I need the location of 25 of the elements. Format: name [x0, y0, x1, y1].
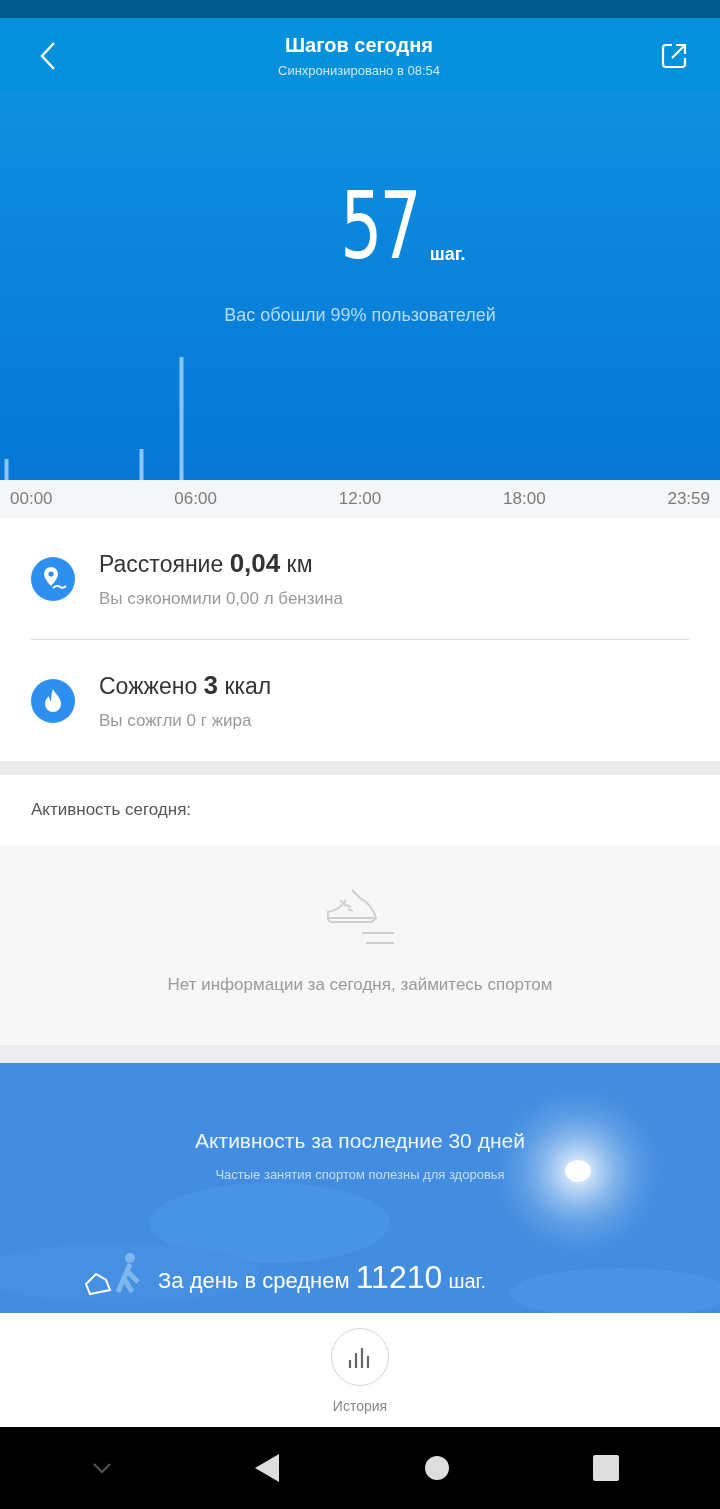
chevron-down-icon[interactable]	[91, 1462, 112, 1474]
time-label: 06:00	[174, 489, 217, 509]
location-pin-icon	[31, 556, 75, 601]
stat-note: Вы сэкономили 0,00 л бензина	[99, 589, 343, 609]
recents-icon[interactable]	[592, 1455, 619, 1481]
home-icon[interactable]	[423, 1455, 450, 1481]
stat-value: Расстояние 0,04 км	[99, 548, 314, 579]
screen-title: Шагов сегодня	[283, 33, 435, 57]
stat-value: Сожжено 3 ккал	[99, 670, 272, 701]
time-label: 18:00	[503, 489, 546, 509]
monthly-subtitle: Частые занятия спортом полезны для здоровья	[214, 1167, 506, 1182]
empty-message: Нет информации за сегодня, займитесь спортом	[167, 975, 553, 995]
time-label: 23:59	[667, 489, 710, 509]
ranking-text: Вас обошли 99% пользователей	[224, 305, 496, 326]
time-label: 12:00	[338, 489, 382, 509]
step-unit: шаг.	[429, 244, 466, 265]
back-icon[interactable]	[254, 1454, 281, 1482]
average-steps: За день в среднем 11210 шаг.	[158, 1259, 486, 1296]
stat-note: Вы сожгли 0 г жира	[99, 711, 253, 731]
bar-chart-icon	[348, 1346, 372, 1368]
monthly-title: Активность за последние 30 дней	[194, 1129, 526, 1153]
sync-status: Синхронизировано в 08:54	[278, 62, 440, 78]
step-count: 57	[339, 181, 419, 273]
flame-icon	[31, 678, 75, 723]
time-label: 00:00	[10, 489, 53, 509]
